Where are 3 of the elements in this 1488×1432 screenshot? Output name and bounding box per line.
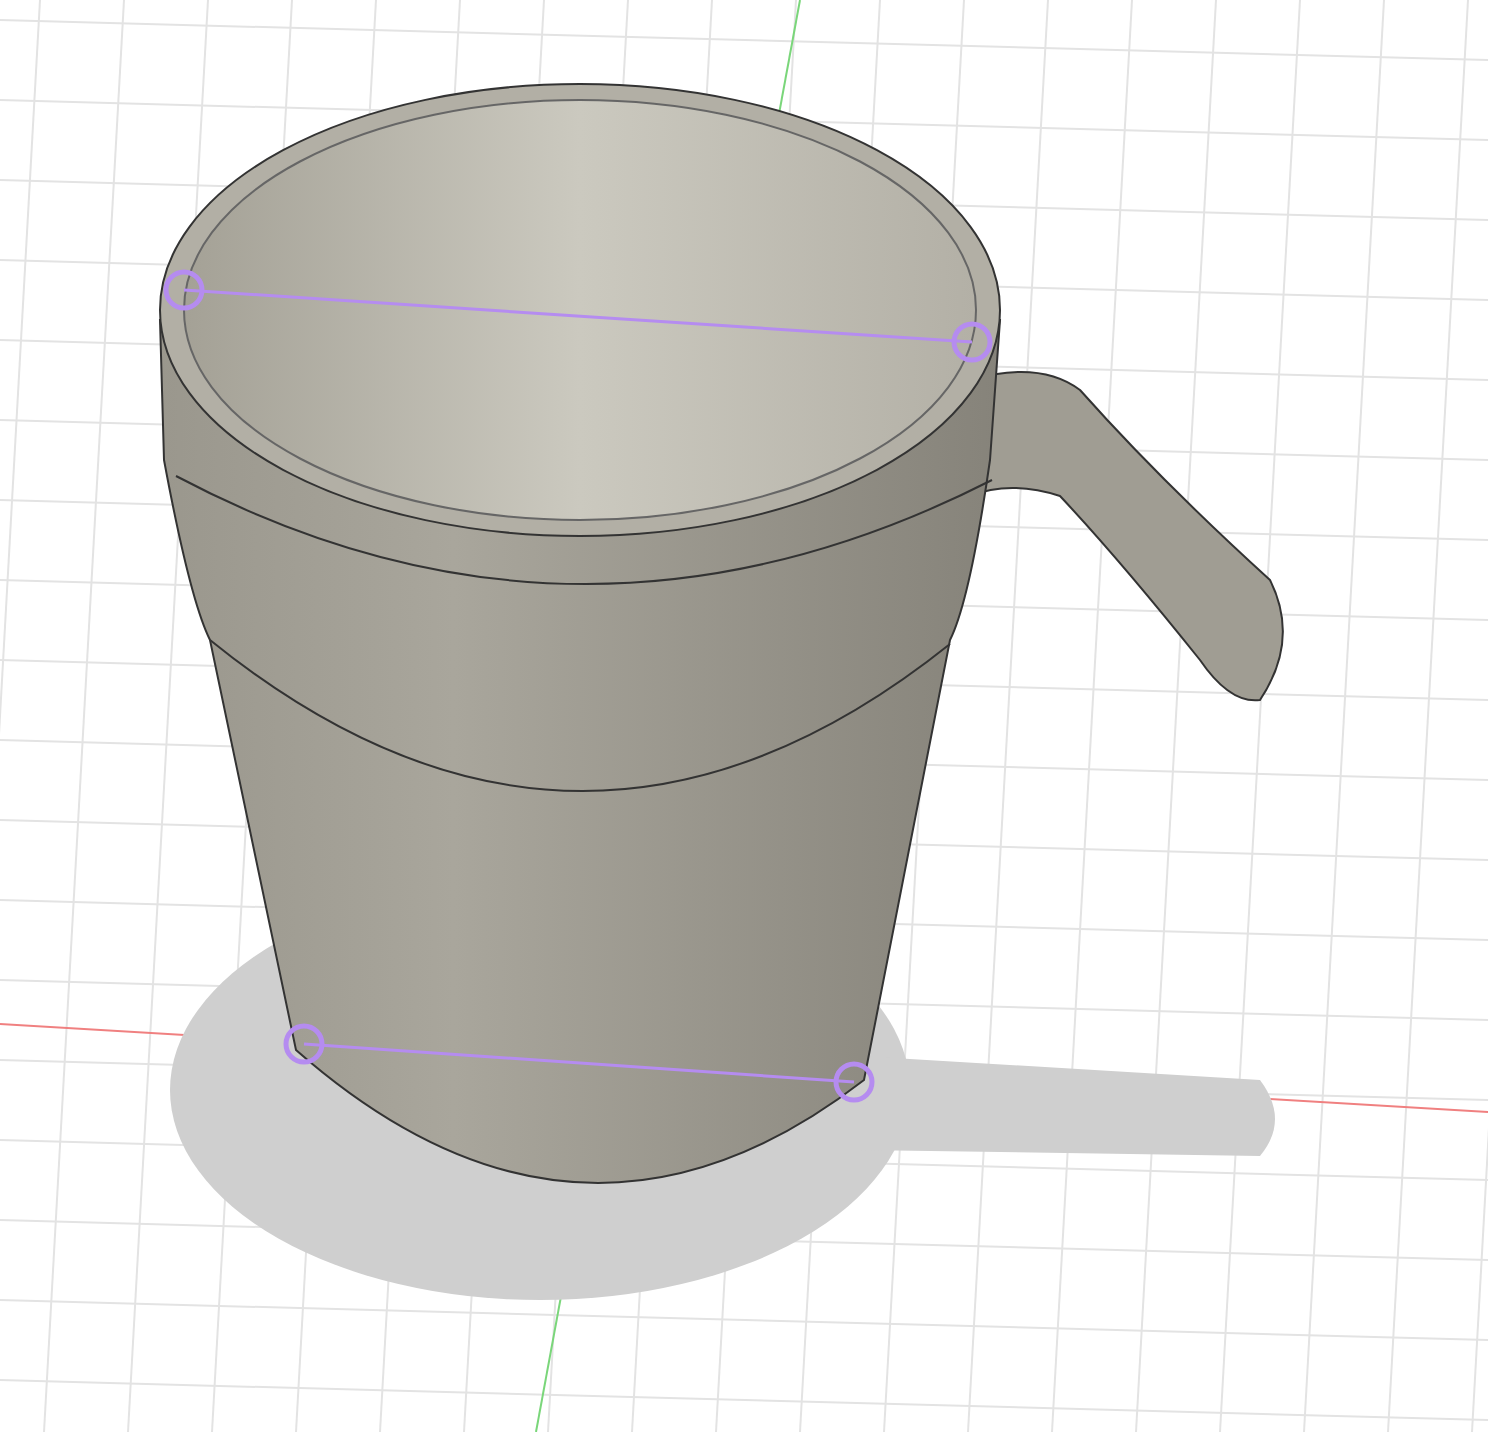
measure-line[interactable] xyxy=(163,269,993,363)
measure-line[interactable] xyxy=(283,1023,875,1103)
mug-drawing[interactable] xyxy=(159,83,1284,1184)
